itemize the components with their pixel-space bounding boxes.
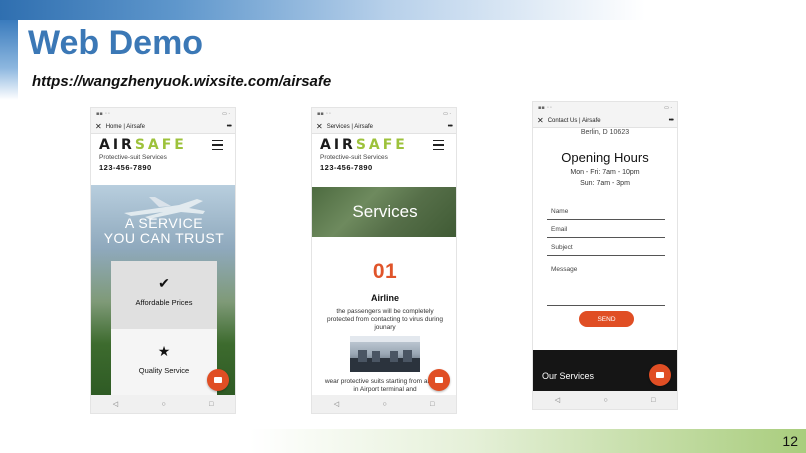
- site-phone-number: 123-456-7890: [320, 163, 373, 172]
- signal-icons: ▪▪ ◦◦: [317, 111, 332, 117]
- quality-service-card[interactable]: ★ Quality Service: [111, 329, 217, 397]
- chat-icon: [435, 377, 443, 383]
- close-icon[interactable]: ✕: [537, 116, 544, 125]
- top-gradient-band: [0, 0, 806, 20]
- affordable-prices-card[interactable]: ✔ Affordable Prices: [111, 261, 217, 329]
- more-menu-icon[interactable]: •••: [227, 123, 232, 130]
- phone-home-screenshot: ▪▪ ◦◦ ▭ · ✕ Home | Airsafe ••• AIRSAFE P…: [90, 107, 236, 414]
- chat-icon: [214, 377, 222, 383]
- hero-line-2: YOU CAN TRUST: [103, 230, 225, 246]
- site-logo[interactable]: AIRSAFE: [320, 138, 448, 153]
- recents-icon[interactable]: □: [209, 401, 213, 408]
- site-phone-number: 123-456-7890: [99, 163, 152, 172]
- chat-button[interactable]: [649, 364, 671, 386]
- home-icon[interactable]: ○: [161, 401, 165, 408]
- browser-tab-bar: ✕ Services | Airsafe •••: [312, 120, 456, 134]
- android-nav-bar: ◁ ○ □: [533, 391, 677, 409]
- battery-icon: ▭ ·: [222, 111, 230, 117]
- battery-icon: ▭ ·: [443, 111, 451, 117]
- site-tagline: Protective-suit Services: [320, 154, 388, 161]
- chat-button[interactable]: [207, 369, 229, 391]
- left-accent-bar: [0, 20, 18, 100]
- address-text: Berlin, D 10623: [580, 129, 630, 136]
- browser-tab-bar: ✕ Home | Airsafe •••: [91, 120, 235, 134]
- logo-air: AIR: [99, 137, 135, 153]
- page-number: 12: [782, 433, 798, 449]
- hero-line-1: A SERVICE: [124, 215, 204, 231]
- status-bar: ▪▪ ◦◦ ▭ ·: [533, 102, 677, 114]
- send-button[interactable]: SEND: [579, 311, 634, 327]
- chat-icon: [656, 372, 664, 378]
- logo-safe: SAFE: [355, 137, 408, 153]
- home-icon[interactable]: ○: [603, 397, 607, 404]
- tab-title: Home | Airsafe: [105, 123, 145, 130]
- back-icon[interactable]: ◁: [555, 396, 560, 404]
- card-label: Affordable Prices: [135, 298, 193, 307]
- hero-section: A SERVICE YOU CAN TRUST ✔ Affordable Pri…: [91, 185, 235, 397]
- services-banner: Services: [312, 187, 456, 237]
- phone-services-screenshot: ▪▪ ◦◦ ▭ · ✕ Services | Airsafe ••• AIRSA…: [311, 107, 457, 414]
- more-menu-icon[interactable]: •••: [448, 123, 453, 130]
- android-nav-bar: ◁ ○ □: [91, 395, 235, 413]
- recents-icon[interactable]: □: [651, 397, 655, 404]
- android-nav-bar: ◁ ○ □: [312, 395, 456, 413]
- bottom-gradient-band: [250, 429, 806, 453]
- site-header: AIRSAFE Protective-suit Services 123-456…: [312, 134, 456, 180]
- logo-safe: SAFE: [134, 137, 187, 153]
- logo-air: AIR: [320, 137, 356, 153]
- site-header: AIRSAFE Protective-suit Services 123-456…: [91, 134, 235, 180]
- phone-contact-screenshot: ▪▪ ◦◦ ▭ · ✕ Contact Us | Airsafe ••• Ber…: [532, 101, 678, 410]
- back-icon[interactable]: ◁: [113, 400, 118, 408]
- slide-title: Web Demo: [28, 24, 204, 62]
- chat-button[interactable]: [428, 369, 450, 391]
- signal-icons: ▪▪ ◦◦: [96, 111, 111, 117]
- more-menu-icon[interactable]: •••: [669, 117, 674, 124]
- tab-title: Contact Us | Airsafe: [547, 117, 601, 124]
- battery-icon: ▭ ·: [664, 105, 672, 111]
- close-icon[interactable]: ✕: [316, 122, 323, 131]
- status-bar: ▪▪ ◦◦ ▭ ·: [91, 108, 235, 120]
- tab-title: Services | Airsafe: [326, 123, 373, 130]
- hero-heading: A SERVICE YOU CAN TRUST: [91, 215, 235, 246]
- signal-icons: ▪▪ ◦◦: [538, 105, 553, 111]
- home-icon[interactable]: ○: [382, 401, 386, 408]
- close-icon[interactable]: ✕: [95, 122, 102, 131]
- back-icon[interactable]: ◁: [334, 400, 339, 408]
- opening-hours-title: Opening Hours: [561, 150, 649, 165]
- email-field[interactable]: Email: [547, 226, 665, 238]
- browser-tab-bar: ✕ Contact Us | Airsafe •••: [533, 114, 677, 128]
- card-label: Quality Service: [138, 366, 190, 375]
- star-icon: ★: [157, 343, 171, 359]
- message-field[interactable]: Message: [547, 266, 665, 306]
- status-bar: ▪▪ ◦◦ ▭ ·: [312, 108, 456, 120]
- service-number: 01: [372, 260, 398, 283]
- hamburger-menu-icon[interactable]: [433, 140, 444, 153]
- site-tagline: Protective-suit Services: [99, 154, 167, 161]
- name-field[interactable]: Name: [547, 208, 665, 220]
- hours-sunday: Sun: 7am - 3pm: [580, 180, 630, 187]
- airplane-cabin-image: [350, 336, 420, 372]
- hours-weekday: Mon - Fri: 7am - 10pm: [570, 169, 640, 176]
- service-description: the passengers will be completely protec…: [327, 308, 443, 331]
- site-logo[interactable]: AIRSAFE: [99, 138, 227, 153]
- hamburger-menu-icon[interactable]: [212, 140, 223, 153]
- checkmark-icon: ✔: [158, 275, 170, 291]
- service-heading: Airline: [370, 293, 399, 303]
- demo-url-link[interactable]: https://wangzhenyuok.wixsite.com/airsafe: [32, 73, 331, 90]
- subject-field[interactable]: Subject: [547, 244, 665, 256]
- recents-icon[interactable]: □: [430, 401, 434, 408]
